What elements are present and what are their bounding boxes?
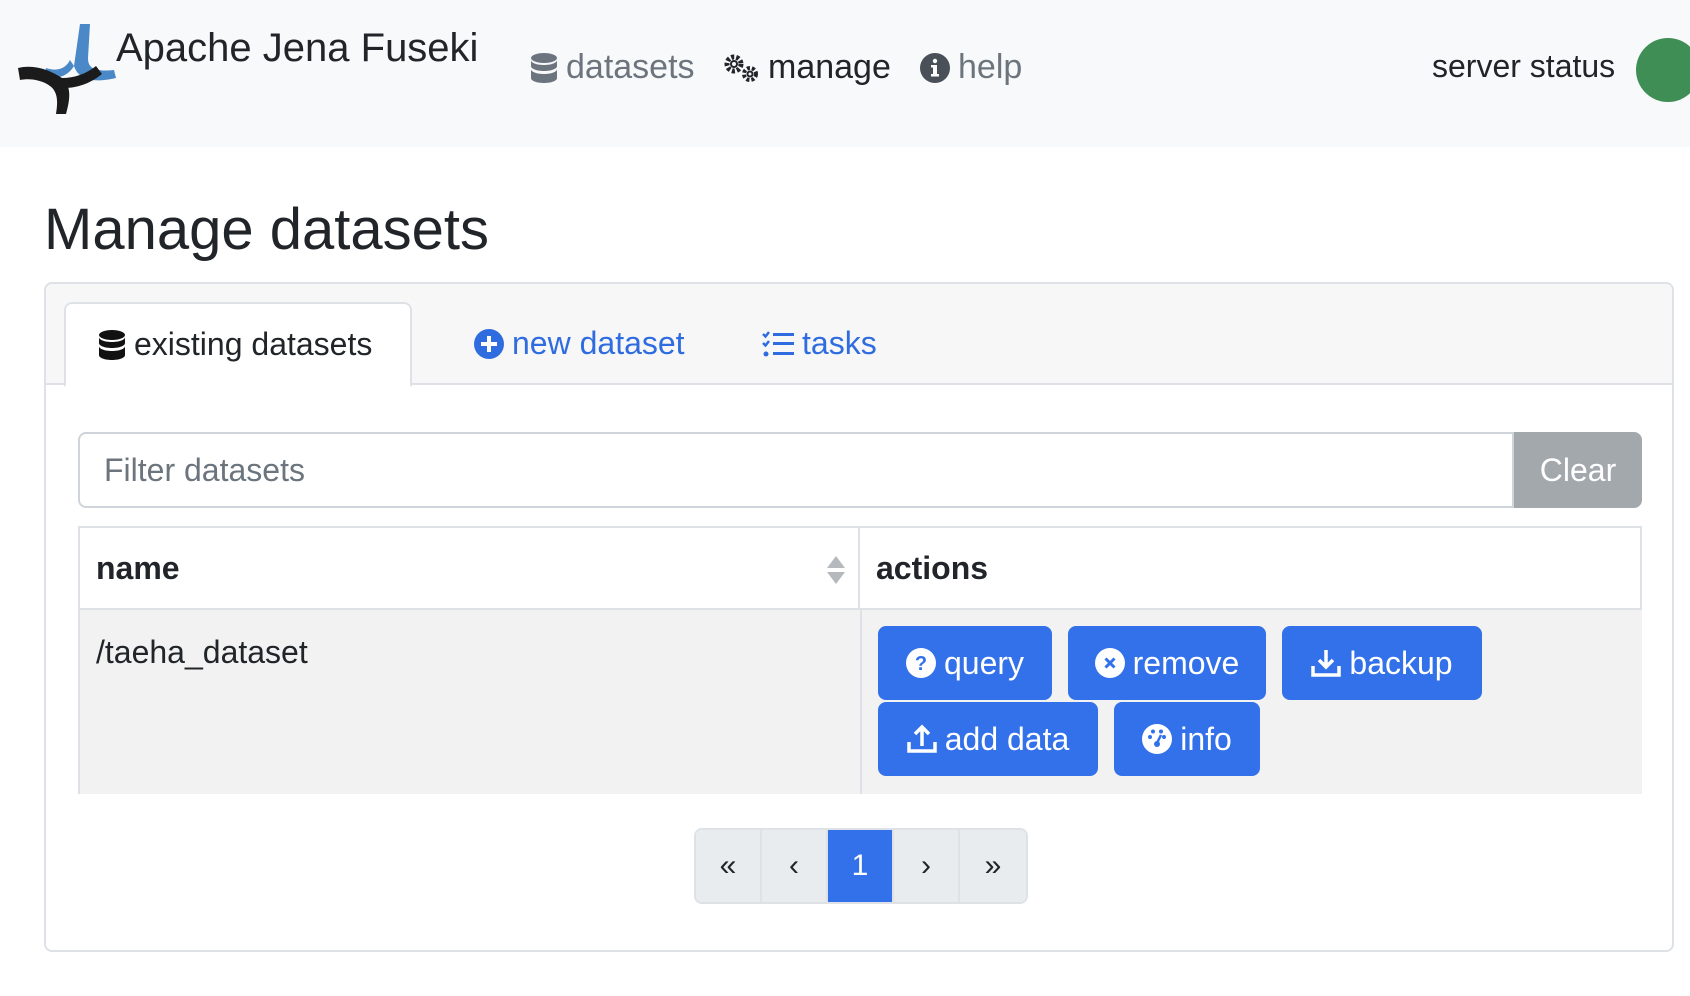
brand-title[interactable]: Apache Jena Fuseki (116, 26, 478, 71)
query-button-label: query (943, 644, 1025, 681)
nav-datasets-label: datasets (566, 48, 695, 86)
query-button[interactable]: ? query (878, 626, 1052, 700)
nav-help-label: help (958, 48, 1023, 86)
backup-button-label: backup (1349, 644, 1453, 681)
page-first-button[interactable]: « (696, 830, 762, 902)
tab-tasks[interactable]: tasks (730, 302, 909, 385)
page-prev-button[interactable]: ‹ (762, 830, 828, 902)
nav-help[interactable]: help (920, 48, 1022, 87)
tab-new-label: new dataset (512, 325, 685, 361)
column-header-name[interactable]: name (80, 528, 860, 610)
column-header-actions: actions (860, 528, 1642, 610)
page-last-button[interactable]: » (960, 830, 1026, 902)
info-button[interactable]: info (1114, 702, 1260, 776)
task-list-icon (762, 330, 794, 356)
page-title: Manage datasets (44, 197, 489, 262)
tab-tasks-label: tasks (802, 325, 877, 361)
tabs-bar: existing datasets new dataset tasks (46, 284, 1672, 387)
nav-manage-label: manage (768, 48, 891, 86)
database-icon (531, 52, 557, 83)
gears-icon (724, 54, 758, 82)
brand-logo[interactable] (18, 18, 126, 124)
question-circle-icon: ? (905, 648, 936, 678)
info-button-label: info (1180, 720, 1232, 757)
datasets-card: existing datasets new dataset tasks Clea… (44, 282, 1674, 952)
tab-existing-datasets[interactable]: existing datasets (64, 302, 412, 387)
plus-circle-icon (474, 328, 504, 359)
page-current-button[interactable]: 1 (828, 830, 894, 902)
nav-manage[interactable]: manage (722, 48, 891, 87)
add-data-button[interactable]: add data (878, 702, 1098, 776)
upload-icon (906, 724, 937, 753)
page-next-button[interactable]: › (894, 830, 960, 902)
datasets-table: name actions /taeha_dataset ? query remo… (78, 526, 1642, 794)
server-status-indicator (1636, 38, 1690, 102)
download-icon (1311, 650, 1342, 677)
column-header-name-label: name (96, 549, 180, 586)
cell-divider (860, 610, 862, 794)
tab-existing-label: existing datasets (134, 326, 373, 362)
pagination: « ‹ 1 › » (694, 828, 1028, 904)
table-row: /taeha_dataset ? query remove backup add… (80, 610, 1642, 794)
x-circle-icon (1094, 648, 1125, 678)
tab-new-dataset[interactable]: new dataset (442, 302, 717, 385)
remove-button[interactable]: remove (1068, 626, 1266, 700)
svg-text:?: ? (915, 653, 927, 675)
remove-button-label: remove (1132, 644, 1240, 681)
fuseki-logo-icon (18, 24, 116, 114)
filter-datasets-input[interactable] (78, 432, 1514, 508)
database-icon (99, 329, 125, 360)
backup-button[interactable]: backup (1282, 626, 1482, 700)
navbar: Apache Jena Fuseki datasets manage help (0, 0, 1690, 147)
column-header-actions-label: actions (876, 549, 989, 586)
nav-datasets[interactable]: datasets (530, 48, 695, 87)
add-data-button-label: add data (944, 720, 1070, 757)
info-circle-icon (920, 52, 950, 83)
dataset-name: /taeha_dataset (96, 634, 308, 670)
sort-icon[interactable] (826, 554, 846, 586)
clear-filter-button[interactable]: Clear (1514, 432, 1642, 508)
speedometer-icon (1142, 724, 1173, 754)
server-status-label: server status (1432, 48, 1616, 84)
